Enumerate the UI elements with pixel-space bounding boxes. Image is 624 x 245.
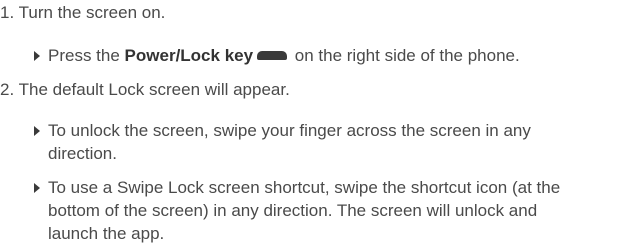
step-1-number: 1. xyxy=(0,3,15,22)
bullet-line: To use a Swipe Lock screen shortcut, swi… xyxy=(48,178,561,197)
bullet-line: launch the app. xyxy=(48,224,165,243)
bullet-line: direction. xyxy=(48,144,117,163)
step-1-text: Turn the screen on. xyxy=(18,3,166,22)
step-2: 2. The default Lock screen will appear. xyxy=(0,80,290,100)
bullet-suffix: on the right side of the phone. xyxy=(290,46,520,65)
power-lock-key-icon xyxy=(257,51,288,61)
power-lock-key-label: Power/Lock key xyxy=(124,46,254,65)
bullet-line: bottom of the screen) in any direction. … xyxy=(48,201,538,220)
step-1: 1. Turn the screen on. xyxy=(0,3,165,23)
bullet-arrow-icon xyxy=(34,51,40,61)
step-1-bullet-1: Press the Power/Lock key on the right si… xyxy=(34,44,620,67)
step-2-text: The default Lock screen will appear. xyxy=(18,80,290,99)
bullet-arrow-icon xyxy=(34,126,40,136)
step-2-number: 2. xyxy=(0,80,15,99)
step-2-bullet-1: To unlock the screen, swipe your finger … xyxy=(34,119,620,165)
bullet-prefix: Press the xyxy=(48,46,125,65)
bullet-arrow-icon xyxy=(34,183,40,193)
step-2-bullet-2: To use a Swipe Lock screen shortcut, swi… xyxy=(34,176,620,245)
bullet-line: To unlock the screen, swipe your finger … xyxy=(48,121,531,140)
